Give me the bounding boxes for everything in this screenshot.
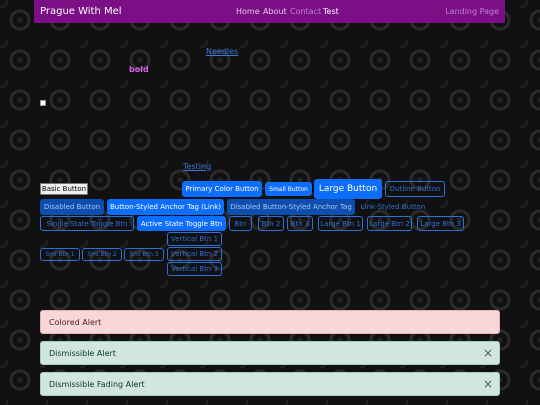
nav-link-contact[interactable]: Contact — [290, 7, 321, 16]
outline-button[interactable]: Outline Button — [385, 181, 445, 197]
group-button-1[interactable]: Btn — [229, 216, 252, 231]
anchor-button-link[interactable]: Button-Styled Anchor Tag (Link) — [107, 199, 224, 215]
nav-link-home[interactable]: Home — [236, 7, 260, 16]
disabled-button: Disabled Button — [40, 199, 104, 215]
navbar: Prague With Mel Home About Contact Test … — [34, 0, 505, 23]
single-state-toggle-button[interactable]: Single State Toggle Btn — [40, 216, 134, 231]
group-button-3[interactable]: Btn 3 — [287, 216, 313, 231]
bold-text: bold — [129, 65, 149, 74]
nav-link-about[interactable]: About — [263, 7, 287, 16]
small-group-button-2[interactable]: Sml Btn 2 — [82, 248, 122, 261]
needles-link[interactable]: Needles — [206, 47, 238, 56]
large-group-button-2[interactable]: Large Btn 2 — [367, 216, 412, 231]
active-state-toggle-button[interactable]: Active State Toggle Btn — [137, 216, 226, 231]
large-group-button-3[interactable]: Large Btn 3 — [417, 216, 464, 231]
dismissible-alert: Dismissible Alert × — [40, 341, 500, 365]
small-button[interactable]: Small Button — [265, 182, 312, 196]
testing-link[interactable]: Testing — [183, 162, 211, 171]
group-button-2[interactable]: Btn 2 — [258, 216, 284, 231]
disabled-anchor-button: Disabled Button-Styled Anchor Tag — [227, 199, 355, 215]
nav-link-landing[interactable]: Landing Page — [445, 7, 499, 16]
basic-button[interactable]: Basic Button — [40, 183, 88, 195]
small-group-button-3[interactable]: Sml Btn 3 — [124, 248, 164, 261]
large-group-button-1[interactable]: Large Btn 1 — [318, 216, 363, 231]
navbar-brand[interactable]: Prague With Mel — [40, 6, 122, 17]
vertical-button-3[interactable]: Vertical Btn 3 — [167, 262, 222, 276]
broken-image — [40, 100, 46, 106]
fading-alert-text: Dismissible Fading Alert — [49, 379, 145, 389]
link-styled-button[interactable]: Link-Styled Button — [359, 199, 427, 215]
close-icon[interactable]: × — [483, 347, 493, 359]
vertical-button-1[interactable]: Vertical Btn 1 — [167, 232, 222, 246]
colored-alert-text: Colored Alert — [49, 317, 102, 327]
primary-button[interactable]: Primary Color Button — [182, 181, 262, 197]
small-group-button-1[interactable]: Sml Btn 1 — [40, 248, 80, 261]
close-icon[interactable]: × — [483, 378, 493, 390]
dismissible-fading-alert: Dismissible Fading Alert × — [40, 372, 500, 396]
dismissible-alert-text: Dismissible Alert — [49, 348, 116, 358]
large-button[interactable]: Large Button — [314, 179, 382, 199]
colored-alert: Colored Alert — [40, 310, 500, 334]
vertical-button-2[interactable]: Vertical Btn 2 — [167, 247, 222, 261]
nav-link-test[interactable]: Test — [323, 7, 339, 16]
